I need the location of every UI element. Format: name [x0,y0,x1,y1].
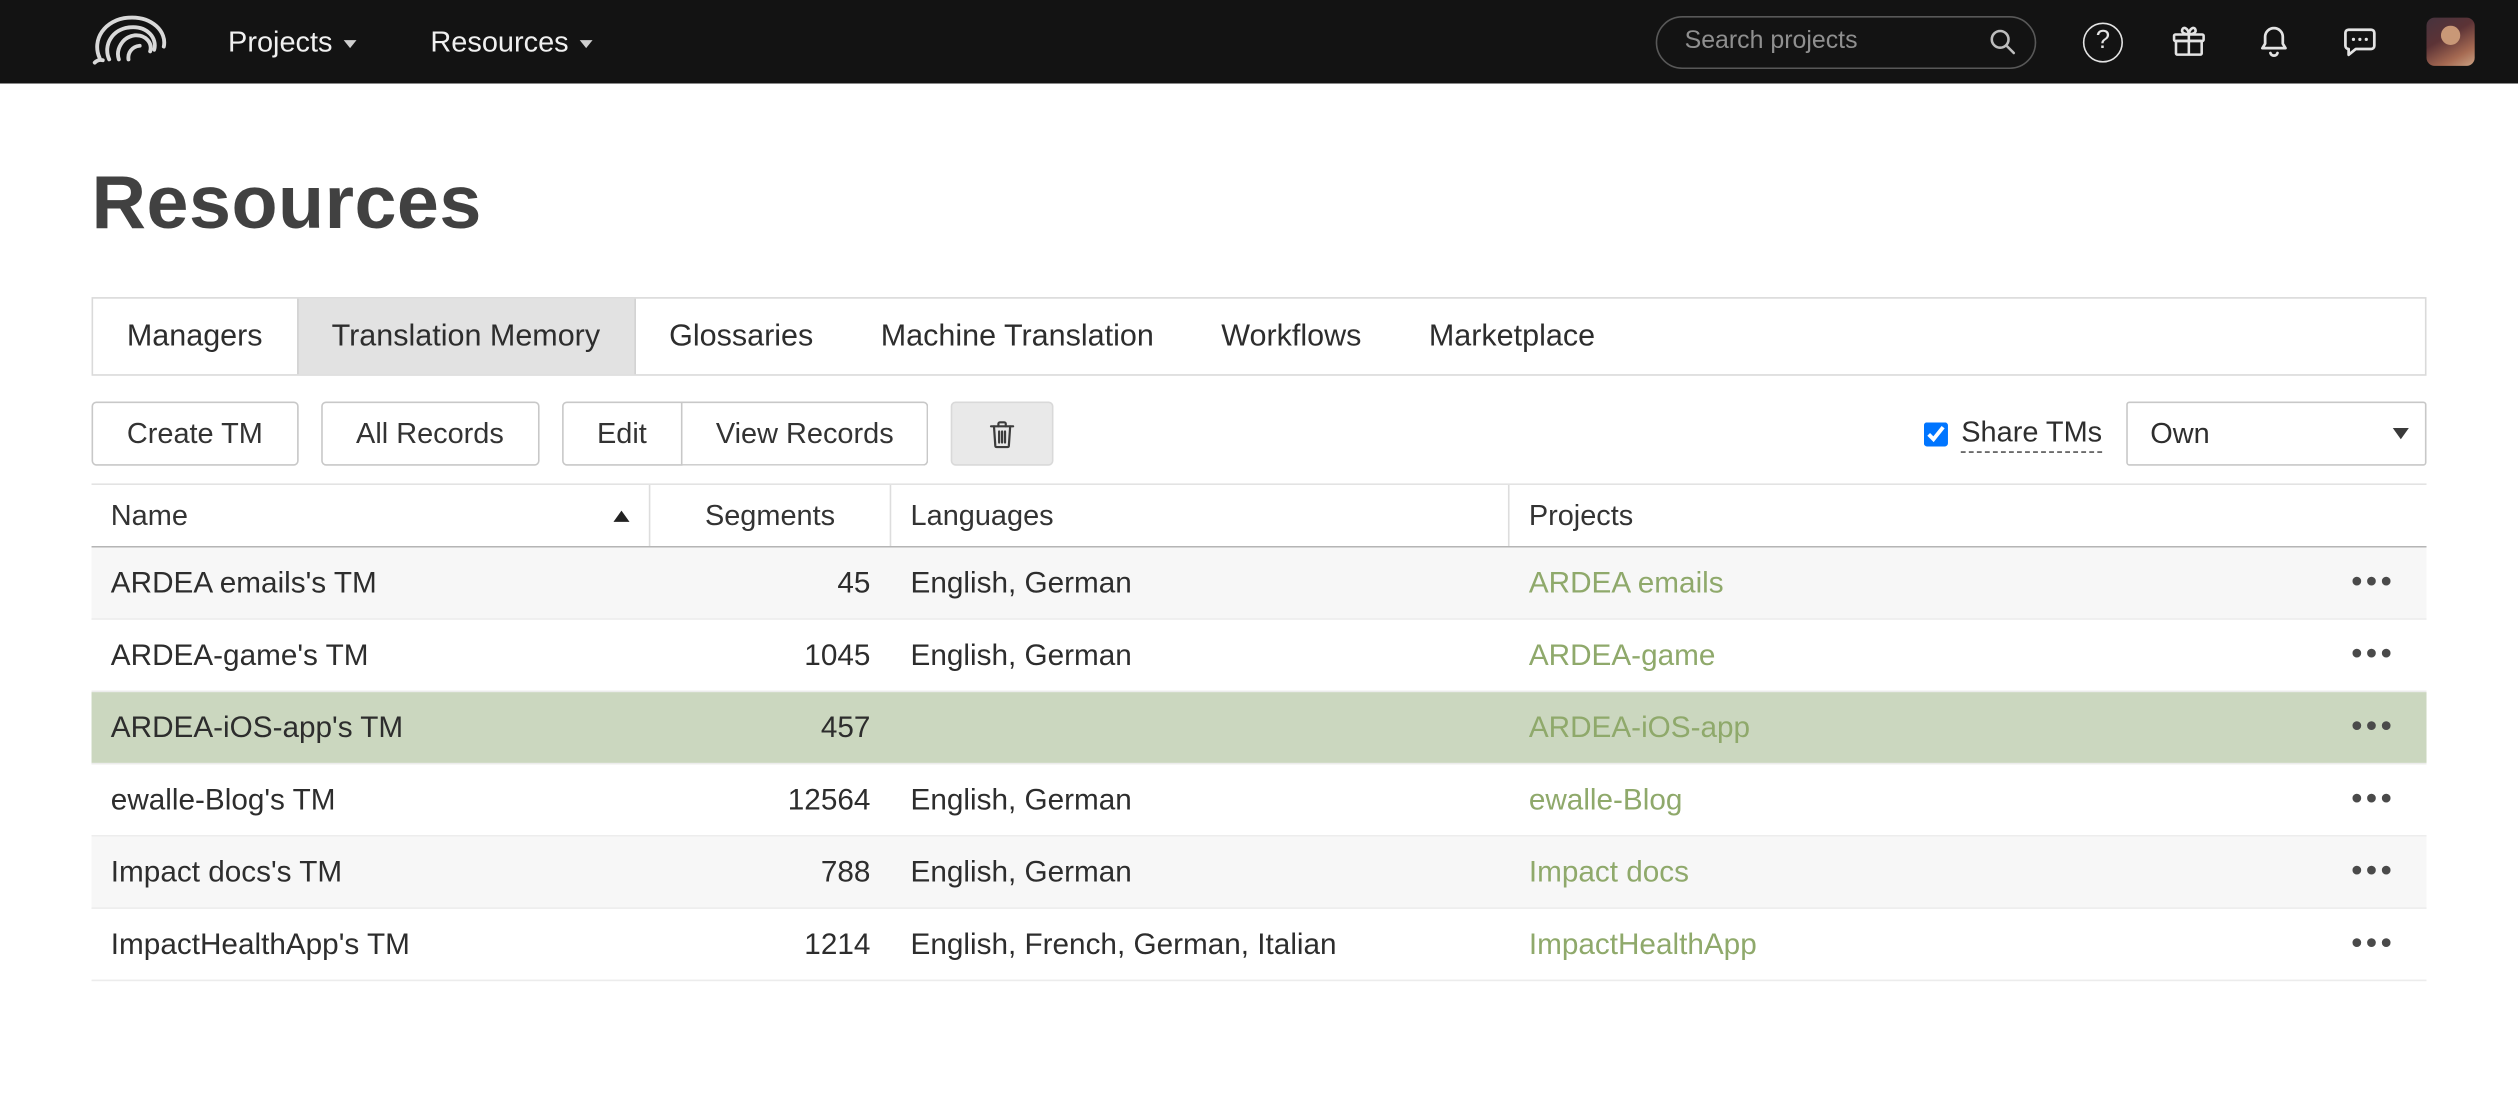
table-row[interactable]: ARDEA-game's TM 1045 English, German ARD… [92,620,2427,692]
trash-icon [985,415,1020,452]
column-header-projects[interactable]: Projects [1510,485,2321,546]
nav-menu-resources-label: Resources [430,25,568,59]
app: Projects Resources [0,0,2518,1105]
search-icon[interactable] [1988,27,2017,56]
tab-glossaries[interactable]: Glossaries [635,299,847,374]
tab-label: Translation Memory [332,319,600,354]
chevron-down-icon [580,39,593,47]
tm-project-link[interactable]: Impact docs [1529,854,1689,888]
tm-table-header: Name Segments Languages Projects [92,483,2427,547]
tab-workflows[interactable]: Workflows [1188,299,1396,374]
table-row[interactable]: ewalle-Blog's TM 12564 English, German e… [92,764,2427,836]
tab-marketplace[interactable]: Marketplace [1395,299,1629,374]
tm-languages: English, German [891,638,1509,673]
tab-machine-translation[interactable]: Machine Translation [847,299,1188,374]
top-navbar: Projects Resources [0,0,2518,84]
tm-languages: English, German [891,854,1509,889]
row-menu-button[interactable] [2321,854,2427,889]
tab-label: Marketplace [1429,319,1595,354]
nav-menu-resources[interactable]: Resources [430,25,592,59]
table-row[interactable]: Impact docs's TM 788 English, German Imp… [92,837,2427,909]
app-logo[interactable] [90,10,174,74]
chat-icon[interactable] [2340,22,2380,61]
page-title: Resources [92,157,2427,245]
tm-project-link[interactable]: ARDEA emails [1529,565,1724,599]
tm-segments: 45 [650,565,891,600]
scope-dropdown-value: Own [2150,417,2209,451]
tm-project-link[interactable]: ARDEA-iOS-app [1529,710,1750,744]
tabs-bar: Managers Translation Memory Glossaries M… [92,297,2427,376]
tm-languages: English, German [891,565,1509,600]
tm-languages: English, German [891,782,1509,817]
nav-menu-projects-label: Projects [228,25,332,59]
column-header-languages[interactable]: Languages [891,485,1509,546]
chevron-down-icon [344,39,357,47]
avatar[interactable] [2427,18,2475,66]
share-tms-checkbox[interactable] [1924,422,1948,446]
main-content: Resources Managers Translation Memory Gl… [0,157,2518,981]
nav-menu-projects[interactable]: Projects [228,25,357,59]
create-tm-button[interactable]: Create TM [92,401,299,465]
chevron-down-icon [2393,428,2409,439]
tm-project-link[interactable]: ARDEA-game [1529,638,1716,672]
edit-button[interactable]: Edit [562,401,682,465]
view-records-button[interactable]: View Records [682,401,929,465]
tm-project-link[interactable]: ewalle-Blog [1529,782,1683,816]
column-header-name[interactable]: Name [92,485,651,546]
edit-view-button-group: Edit View Records [562,401,929,465]
tm-table: Name Segments Languages Projects ARDEA e… [92,483,2427,981]
tm-segments: 1214 [650,927,891,962]
row-menu-button[interactable] [2321,710,2427,745]
scope-dropdown[interactable]: Own [2126,401,2426,465]
tab-label: Managers [127,319,263,354]
tm-name: ARDEA-iOS-app's TM [92,710,651,745]
row-menu-button[interactable] [2321,638,2427,673]
delete-button[interactable] [951,401,1054,465]
tm-name: ImpactHealthApp's TM [92,927,651,962]
tm-segments: 1045 [650,638,891,673]
share-tms-label: Share TMs [1961,415,2102,452]
tm-project-link[interactable]: ImpactHealthApp [1529,927,1757,961]
toolbar: Create TM All Records Edit View Records … [92,401,2427,465]
tab-managers[interactable]: Managers [93,299,296,374]
row-menu-button[interactable] [2321,565,2427,600]
table-row[interactable]: ImpactHealthApp's TM 1214 English, Frenc… [92,909,2427,981]
row-menu-button[interactable] [2321,782,2427,817]
tm-segments: 12564 [650,782,891,817]
tab-label: Workflows [1221,319,1361,354]
search-projects [1656,15,2037,68]
share-tms-toggle[interactable]: Share TMs [1924,415,2102,452]
search-input[interactable] [1656,15,2037,68]
logo-swirl-icon [90,10,174,74]
table-row[interactable]: ARDEA-iOS-app's TM 457 ARDEA-iOS-app [92,692,2427,764]
gift-icon[interactable] [2170,22,2209,61]
tm-segments: 788 [650,854,891,889]
tab-label: Machine Translation [881,319,1154,354]
bell-icon[interactable] [2255,22,2294,61]
column-header-actions [2321,485,2427,546]
tm-name: Impact docs's TM [92,854,651,889]
tm-table-body: ARDEA emails's TM 45 English, German ARD… [92,548,2427,982]
tm-name: ARDEA-game's TM [92,638,651,673]
sort-ascending-icon [613,510,629,521]
tm-name: ARDEA emails's TM [92,565,651,600]
row-menu-button[interactable] [2321,927,2427,962]
tm-languages: English, French, German, Italian [891,927,1509,962]
all-records-button[interactable]: All Records [321,401,539,465]
help-icon[interactable] [2083,22,2123,62]
tm-segments: 457 [650,710,891,745]
tm-name: ewalle-Blog's TM [92,782,651,817]
tab-translation-memory[interactable]: Translation Memory [296,299,635,374]
tab-label: Glossaries [669,319,813,354]
table-row[interactable]: ARDEA emails's TM 45 English, German ARD… [92,548,2427,620]
column-header-segments[interactable]: Segments [650,485,891,546]
